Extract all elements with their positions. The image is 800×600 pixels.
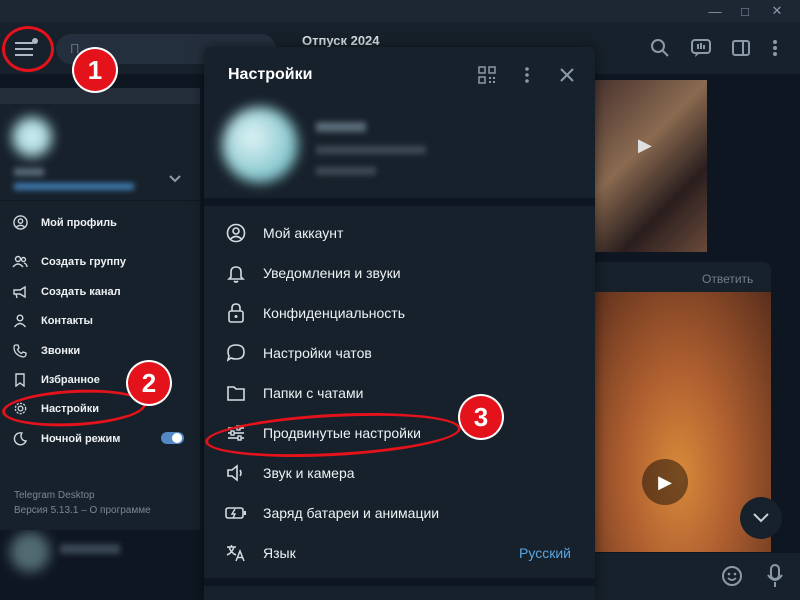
profile-name [316, 122, 366, 132]
contacts-icon [12, 313, 28, 329]
annotation-badge-2: 2 [128, 362, 170, 404]
dialog-title: Настройки [228, 66, 313, 83]
close-icon[interactable] [558, 66, 576, 84]
settings-item-label: Конфиденциальность [263, 305, 406, 321]
language-value: Русский [519, 545, 571, 561]
settings-item-folders[interactable]: Папки с чатами [204, 373, 595, 413]
play-icon[interactable]: ▶ [642, 459, 688, 505]
lock-icon [225, 302, 247, 324]
settings-item-sound-camera[interactable]: Звук и камера [204, 453, 595, 493]
sidebar-item-label: Создать группу [41, 255, 126, 268]
group-icon [12, 254, 28, 270]
close-window-icon[interactable]: ✕ [762, 0, 792, 22]
account-icon [225, 222, 247, 244]
app-name: Telegram Desktop [14, 490, 95, 501]
search-placeholder: П [70, 41, 80, 56]
qr-code-icon[interactable] [478, 66, 496, 84]
annotation-badge-3: 3 [460, 396, 502, 438]
bookmark-icon [12, 372, 28, 388]
settings-item-label: Уведомления и звуки [263, 265, 401, 281]
battery-icon [225, 502, 247, 524]
annotation-ring-menu [2, 26, 54, 72]
settings-item-notifications[interactable]: Уведомления и звуки [204, 253, 595, 293]
chevron-down-icon[interactable] [168, 174, 182, 184]
channel-icon [12, 284, 28, 300]
bell-icon [225, 262, 247, 284]
divider [0, 200, 200, 201]
emoji-icon[interactable] [721, 565, 743, 587]
sidebar-item-new-group[interactable]: Создать группу [0, 247, 200, 276]
more-vertical-icon[interactable] [518, 66, 536, 84]
app-version-link[interactable]: Версия 5.13.1 – О программе [14, 505, 151, 516]
settings-item-chat-settings[interactable]: Настройки чатов [204, 333, 595, 373]
settings-item-language[interactable]: Язык Русский [204, 533, 595, 573]
search-icon[interactable] [650, 38, 672, 60]
reply-link[interactable]: Ответить [702, 272, 753, 286]
toggle-knob [172, 433, 182, 443]
settings-item-label: Заряд батареи и анимации [263, 505, 440, 521]
settings-item-label: Язык [263, 545, 296, 561]
window-title-bar [0, 0, 800, 22]
avatar [10, 532, 50, 572]
play-icon[interactable]: ▶ [638, 135, 652, 156]
profile-username [316, 167, 376, 175]
sidebar-toggle-icon[interactable] [731, 38, 753, 60]
live-stream-icon[interactable] [690, 38, 712, 60]
sidebar-item-label: Контакты [41, 314, 93, 327]
sidebar-item-label: Звонки [41, 344, 81, 357]
account-name [14, 168, 44, 176]
sidebar-item-calls[interactable]: Звонки [0, 336, 200, 365]
sidebar-item-contacts[interactable]: Контакты [0, 306, 200, 335]
settings-item-battery[interactable]: Заряд батареи и анимации [204, 493, 595, 533]
chat-bubble-icon [225, 342, 247, 364]
settings-item-account[interactable]: Мой аккаунт [204, 213, 595, 253]
maximize-icon[interactable]: □ [730, 0, 760, 22]
folder-icon [225, 382, 247, 404]
sidebar-item-profile[interactable]: Мой профиль [0, 208, 200, 237]
chat-title: Отпуск 2024 [302, 33, 380, 48]
sidebar-item-new-channel[interactable]: Создать канал [0, 277, 200, 306]
settings-item-label: Папки с чатами [263, 385, 364, 401]
account-phone [14, 183, 134, 190]
chat-preview [60, 544, 120, 554]
scroll-down-button[interactable] [740, 497, 782, 539]
more-vertical-icon[interactable] [765, 38, 787, 60]
divider [204, 578, 595, 586]
video-thumbnail[interactable] [595, 80, 707, 252]
microphone-icon[interactable] [766, 563, 784, 589]
sidebar-item-label: Создать канал [41, 285, 121, 298]
avatar[interactable] [222, 107, 298, 183]
annotation-badge-1: 1 [74, 49, 116, 91]
profile-phone [316, 146, 426, 154]
phone-icon [12, 343, 28, 359]
settings-item-label: Звук и камера [263, 465, 355, 481]
profile-icon [12, 215, 28, 231]
speaker-icon [225, 462, 247, 484]
sidebar-item-label: Мой профиль [41, 216, 117, 229]
settings-item-label: Мой аккаунт [263, 225, 344, 241]
translate-icon [225, 542, 247, 564]
avatar[interactable] [12, 117, 52, 157]
settings-item-privacy[interactable]: Конфиденциальность [204, 293, 595, 333]
settings-item-label: Настройки чатов [263, 345, 372, 361]
minimize-icon[interactable]: — [700, 0, 730, 22]
divider [204, 198, 595, 206]
sidebar-item-label: Ночной режим [41, 432, 121, 445]
moon-icon [12, 431, 28, 447]
sidebar-item-label: Избранное [41, 373, 100, 386]
